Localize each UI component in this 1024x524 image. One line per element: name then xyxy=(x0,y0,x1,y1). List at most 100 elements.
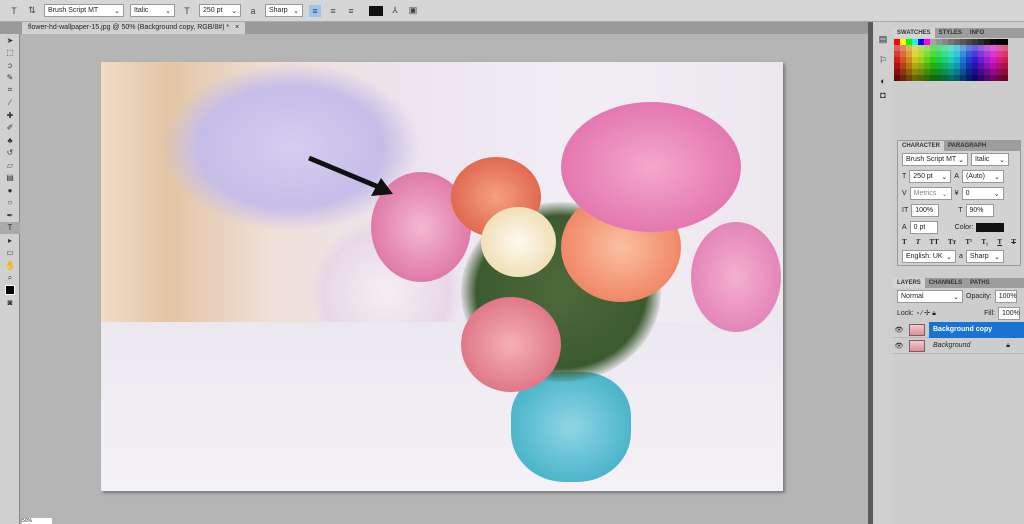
language-select[interactable]: English: UK ⌄ xyxy=(902,250,956,263)
char-hscale[interactable]: 90% xyxy=(965,204,994,217)
char-baseline[interactable]: 0 pt xyxy=(909,221,938,234)
char-leading[interactable]: (Auto) ⌄ xyxy=(961,170,1004,183)
char-vscale[interactable]: 100% xyxy=(911,204,940,217)
document-canvas[interactable] xyxy=(101,62,783,491)
superscript-button[interactable]: T¹ xyxy=(965,238,972,246)
char-tracking[interactable]: 0 ⌄ xyxy=(961,187,1004,200)
close-icon[interactable]: × xyxy=(235,22,239,34)
font-style-select[interactable]: Italic ⌄ xyxy=(130,4,175,17)
leading-icon: A xyxy=(954,173,959,180)
strikethrough-button[interactable]: T xyxy=(1011,238,1016,246)
font-size-icon: T xyxy=(184,5,190,16)
zoom-status[interactable]: 50% xyxy=(22,518,52,524)
align-center-icon[interactable]: ≡ xyxy=(327,5,339,17)
pink-flowers-top xyxy=(561,102,741,232)
char-kerning[interactable]: Metrics ⌄ xyxy=(909,187,952,200)
masks-icon[interactable]: ◘ xyxy=(873,90,893,100)
tab-info[interactable]: INFO xyxy=(966,28,988,38)
tab-paths[interactable]: PATHS xyxy=(966,278,993,288)
eye-icon[interactable]: 👁︎ xyxy=(893,326,905,334)
layer-thumbnail xyxy=(909,323,925,336)
char-font-family[interactable]: Brush Script MT ⌄ xyxy=(902,153,968,166)
swatch[interactable] xyxy=(1002,75,1008,81)
clone-stamp-icon[interactable]: ♣ xyxy=(0,134,20,147)
eraser-icon[interactable]: ▱ xyxy=(0,159,20,172)
panel-icon-column: ▤ ⚐ ◐ ◘ xyxy=(873,22,893,524)
color-label: Color: xyxy=(954,224,974,231)
opacity-field[interactable]: 100% xyxy=(994,290,1017,303)
char-color-swatch[interactable] xyxy=(976,223,1005,232)
eye-icon[interactable]: 👁︎ xyxy=(893,342,905,350)
opacity-label: Opacity: xyxy=(966,293,992,300)
pen-tool-icon[interactable]: ✒ xyxy=(0,209,20,222)
white-rose xyxy=(481,207,556,277)
tab-character[interactable]: CHARACTER xyxy=(898,141,944,151)
char-size[interactable]: 250 pt ⌄ xyxy=(909,170,952,183)
zoom-tool-icon[interactable]: ⌕ xyxy=(0,272,20,285)
faux-italic-button[interactable]: T xyxy=(916,238,920,246)
underline-button[interactable]: T xyxy=(997,238,1002,246)
warp-text-icon[interactable]: ⅄ xyxy=(389,5,401,17)
gradient-icon[interactable]: ▤ xyxy=(0,172,20,185)
char-antialias[interactable]: Sharp ⌄ xyxy=(965,250,1004,263)
shape-tool-icon[interactable]: ▭ xyxy=(0,247,20,260)
layers-tabs: LAYERS CHANNELS PATHS xyxy=(893,278,1024,288)
all-caps-button[interactable]: TT xyxy=(929,238,938,246)
dodge-tool-icon[interactable]: ○ xyxy=(0,197,20,210)
baseline-icon: A xyxy=(902,224,907,231)
antialias-icon: a xyxy=(250,5,256,16)
history-icon[interactable]: ▤ xyxy=(873,34,893,45)
layers-panel: LAYERS CHANNELS PATHS Normal ⌄ Opacity: 100… xyxy=(893,278,1024,524)
quick-select-icon[interactable]: ✎ xyxy=(0,72,20,85)
hand-tool-icon[interactable]: ✋ xyxy=(0,259,20,272)
options-bar: T ⇅ Brush Script MT ⌄ Italic ⌄ T 250 pt ⌄ a… xyxy=(0,0,1024,22)
path-select-icon[interactable]: ▸ xyxy=(0,234,20,247)
layer-name: Background copy xyxy=(929,321,1024,338)
blur-tool-icon[interactable]: ● xyxy=(0,184,20,197)
tab-swatches[interactable]: SWATCHES xyxy=(893,28,935,38)
healing-brush-icon[interactable]: ✚ xyxy=(0,109,20,122)
history-brush-icon[interactable]: ↺ xyxy=(0,147,20,160)
kerning-icon: V xyxy=(902,190,907,197)
panels-toggle-icon[interactable]: ▣ xyxy=(407,5,419,17)
text-color-swatch[interactable] xyxy=(369,5,383,16)
char-font-style[interactable]: Italic ⌄ xyxy=(971,153,1009,166)
pink-flower-right xyxy=(691,222,781,332)
toggle-orientation-icon[interactable]: ⇅ xyxy=(26,5,38,17)
document-tab[interactable]: flower-hd-wallpaper-15.jpg @ 50% (Backgr… xyxy=(22,22,246,34)
marquee-tool-icon[interactable]: ⬚ xyxy=(0,47,20,60)
font-family-select[interactable]: Brush Script MT ⌄ xyxy=(44,4,124,17)
small-caps-button[interactable]: Tт xyxy=(948,238,956,246)
brush-tool-icon[interactable]: ✐ xyxy=(0,122,20,135)
color-swatches-icon[interactable] xyxy=(0,284,20,297)
tab-paragraph[interactable]: PARAGRAPH xyxy=(944,141,990,151)
quick-mask-icon[interactable]: ◙ xyxy=(0,297,20,310)
tab-layers[interactable]: LAYERS xyxy=(893,278,925,288)
blend-mode-select[interactable]: Normal ⌄ xyxy=(897,290,963,303)
tab-channels[interactable]: CHANNELS xyxy=(925,278,966,288)
fill-field[interactable]: 100% xyxy=(998,307,1020,320)
type-tool-icon[interactable]: T xyxy=(8,5,20,17)
move-tool-icon[interactable]: ➤ xyxy=(0,34,20,47)
eyedropper-icon[interactable]: ∕ xyxy=(0,97,20,110)
tab-styles[interactable]: STYLES xyxy=(935,28,966,38)
layer-row[interactable]: 👁︎ Background copy xyxy=(893,321,1024,338)
font-size-select[interactable]: 250 pt ⌄ xyxy=(199,4,241,17)
pink-rose-bottom xyxy=(461,297,561,392)
layer-row[interactable]: 👁︎ Background 🔒︎ xyxy=(893,338,1024,354)
tools-panel: ➤ ⬚ ↄ ✎ ⌗ ∕ ✚ ✐ ♣ ↺ ▱ ▤ ● ○ ✒ T ▸ ▭ ✋ ⌕ … xyxy=(0,34,20,524)
crop-tool-icon[interactable]: ⌗ xyxy=(0,84,20,97)
actions-icon[interactable]: ⚐ xyxy=(873,55,893,66)
document-tab-bar: flower-hd-wallpaper-15.jpg @ 50% (Backgr… xyxy=(0,22,870,34)
swatch-grid[interactable] xyxy=(894,39,1024,81)
adjustments-icon[interactable]: ◐ xyxy=(873,76,893,86)
subscript-button[interactable]: T₁ xyxy=(981,238,988,246)
align-right-icon[interactable]: ≡ xyxy=(345,5,357,17)
align-left-icon[interactable]: ≡ xyxy=(309,4,321,17)
lasso-tool-icon[interactable]: ↄ xyxy=(0,59,20,72)
layer-thumbnail xyxy=(909,339,925,352)
lock-icons[interactable]: ▫ ∕ ✢ 🔒︎ xyxy=(917,309,936,318)
faux-bold-button[interactable]: T xyxy=(902,238,907,246)
type-tool-icon[interactable]: T xyxy=(0,221,20,234)
antialias-select[interactable]: Sharp ⌄ xyxy=(265,4,303,17)
